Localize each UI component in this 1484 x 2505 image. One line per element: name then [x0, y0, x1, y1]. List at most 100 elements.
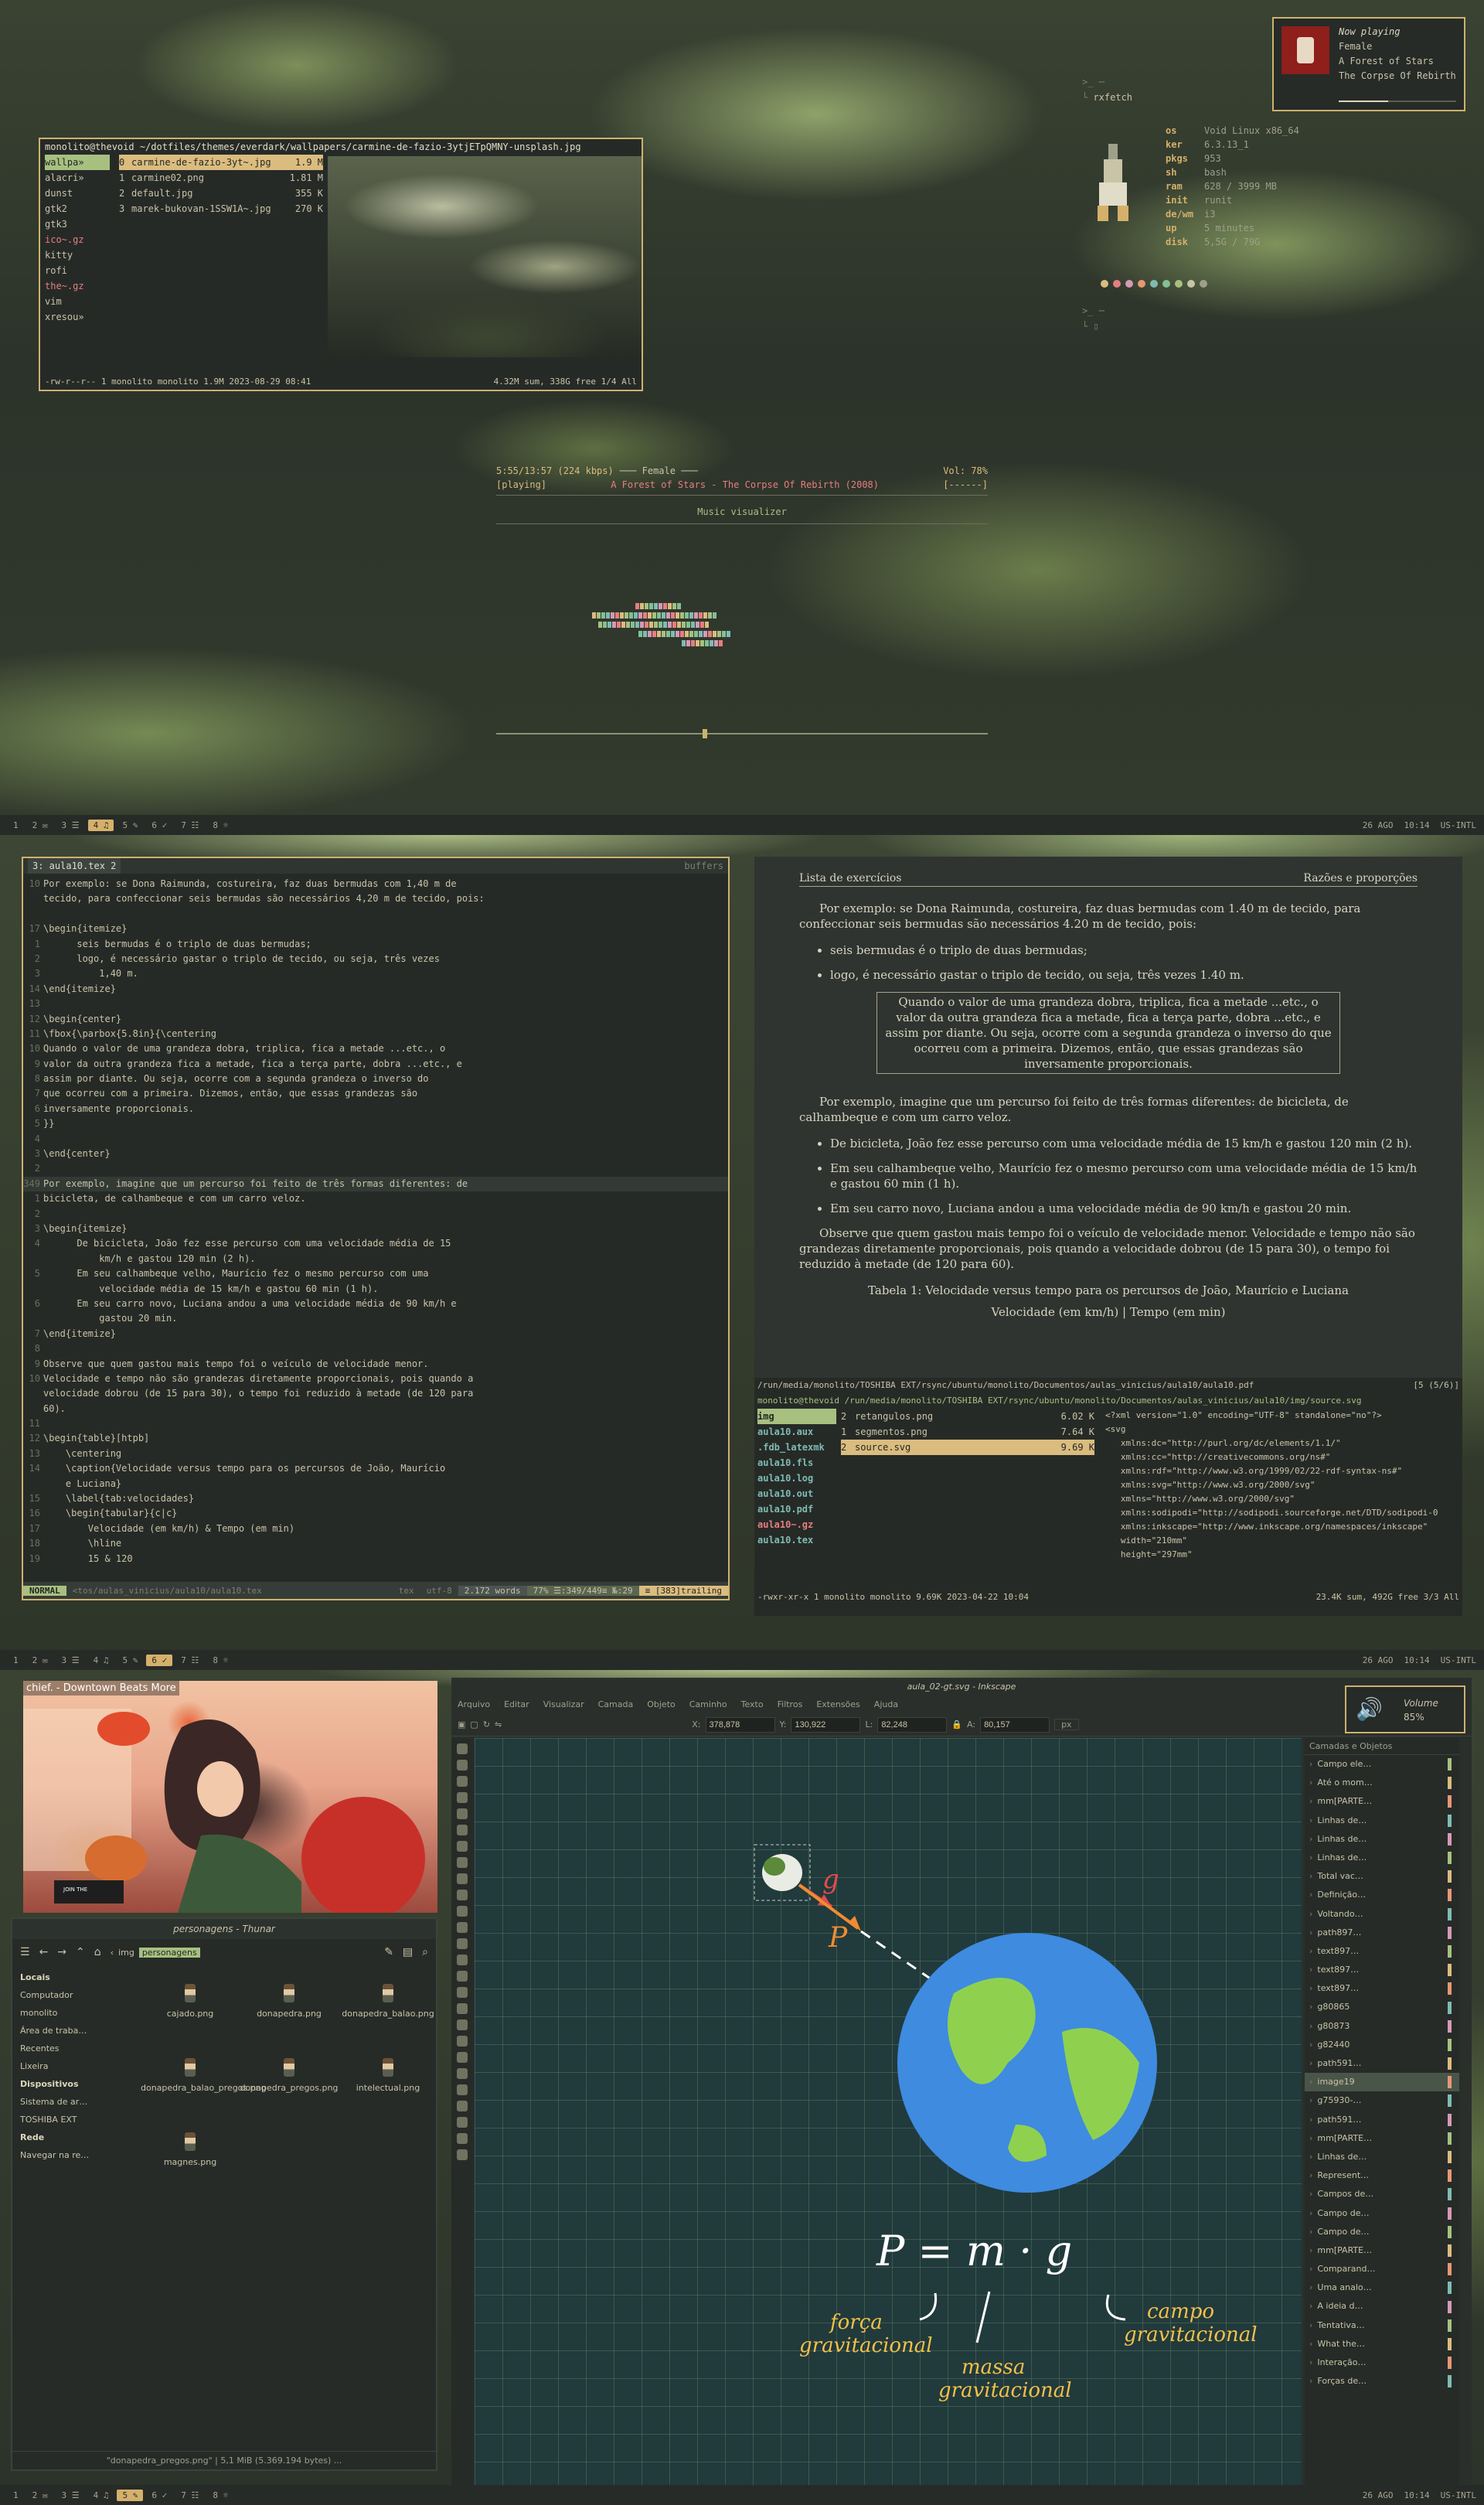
expand-icon[interactable]: ›	[1309, 1792, 1312, 1811]
tool-icon[interactable]	[457, 2149, 468, 2160]
lf2-dir-entry[interactable]: aula10~.gz	[757, 1517, 836, 1532]
layer-row[interactable]: › mm[PARTE…	[1305, 2241, 1459, 2260]
lf2-dir-entry[interactable]: .fdb_latexmk	[757, 1440, 836, 1455]
tool-icon[interactable]	[457, 2084, 468, 2095]
file-item[interactable]: donapedra_pregos.png	[240, 2058, 339, 2093]
menu-icon[interactable]: ☰	[20, 1946, 30, 1958]
thunar-file-manager[interactable]: personagens - Thunar ☰ ← → ⌃ ⌂ ‹ img per…	[11, 1917, 437, 2471]
prompt-line[interactable]: >_ ─ └ ▯	[1082, 303, 1104, 332]
menu-item[interactable]: Objeto	[647, 1696, 676, 1713]
menu-item[interactable]: Arquivo	[458, 1696, 490, 1713]
expand-icon[interactable]: ›	[1309, 2260, 1312, 2278]
tool-icon[interactable]	[457, 1922, 468, 1933]
layer-row[interactable]: › mm[PARTE…	[1305, 2129, 1459, 2148]
layer-row[interactable]: › Represent…	[1305, 2166, 1459, 2185]
layer-row[interactable]: › text897…	[1305, 1979, 1459, 1998]
tool-icon[interactable]	[457, 2019, 468, 2030]
code-line[interactable]: 1 seis bermudas é o triplo de duas bermu…	[23, 937, 728, 952]
layer-row[interactable]: › g75930-…	[1305, 2091, 1459, 2110]
expand-icon[interactable]: ›	[1309, 2204, 1312, 2223]
pdf-viewer[interactable]: Lista de exercícios Razões e proporções …	[754, 857, 1462, 1410]
workspace-button[interactable]: 6 ✓	[146, 2490, 172, 2501]
expand-icon[interactable]: ›	[1309, 2297, 1312, 2316]
file-item[interactable]: cajado.png	[141, 1984, 240, 2019]
code-line[interactable]: 13 \centering	[23, 1447, 728, 1461]
code-line[interactable]	[23, 907, 728, 922]
expand-icon[interactable]: ›	[1309, 2241, 1312, 2260]
lf-dir-entry[interactable]: wallpa»	[45, 155, 110, 170]
code-line[interactable]: 14 \caption{Velocidade versus tempo para…	[23, 1461, 728, 1476]
code-line[interactable]: 2 logo, é necessário gastar o triplo de …	[23, 952, 728, 966]
sidebar-item[interactable]: Sistema de ar…	[12, 2093, 128, 2111]
layer-row[interactable]: › A ideia d…	[1305, 2297, 1459, 2316]
layer-row[interactable]: › path897…	[1305, 1924, 1459, 1942]
layer-row[interactable]: › Campo ele…	[1305, 1755, 1459, 1774]
ncmpcpp-player[interactable]: 5:55/13:57 (224 kbps) ─── Female ─── Vol…	[496, 464, 988, 739]
code-line[interactable]: 2	[23, 1207, 728, 1222]
lf-dir-entry[interactable]: vim	[45, 294, 110, 309]
expand-icon[interactable]: ›	[1309, 2278, 1312, 2297]
lf-dir-entry[interactable]: ico~.gz	[45, 232, 110, 247]
tool-icon[interactable]	[457, 1776, 468, 1787]
lf-dir-entry[interactable]: gtk3	[45, 216, 110, 232]
h-field[interactable]	[980, 1716, 1050, 1733]
code-line[interactable]: e Luciana}	[23, 1477, 728, 1491]
expand-icon[interactable]: ›	[1309, 2185, 1312, 2203]
code-line[interactable]: tecido, para confeccionar seis bermudas …	[23, 891, 728, 906]
crumb[interactable]: img	[118, 1948, 134, 1958]
back-icon[interactable]: ←	[39, 1946, 49, 1958]
expand-icon[interactable]: ›	[1309, 2335, 1312, 2353]
lf2-file-entry[interactable]: 2 source.svg 9.69 K	[841, 1440, 1094, 1455]
layer-row[interactable]: › image19	[1305, 2073, 1459, 2092]
workspace-button[interactable]: 7 ☷	[175, 1655, 204, 1666]
expand-icon[interactable]: ›	[1309, 1811, 1312, 1830]
code-line[interactable]: 15 \label{tab:velocidades}	[23, 1491, 728, 1506]
expand-icon[interactable]: ›	[1309, 2129, 1312, 2148]
workspace-button[interactable]: 3 ☰	[56, 2490, 85, 2501]
menu-item[interactable]: Camada	[598, 1696, 634, 1713]
code-line[interactable]: velocidade dobrou (de 15 para 30), o tem…	[23, 1386, 728, 1401]
workspace-button[interactable]: 6 ✓	[146, 1654, 173, 1666]
vim-tab[interactable]: 3: aula10.tex 2	[28, 858, 121, 874]
layer-row[interactable]: › Campo de…	[1305, 2223, 1459, 2241]
expand-icon[interactable]: ›	[1309, 2036, 1312, 2054]
lf2-file-entry[interactable]: 2 retangulos.png 6.02 K	[841, 1409, 1094, 1424]
code-line[interactable]: 2	[23, 1161, 728, 1176]
lf-dir-entry[interactable]: dunst	[45, 186, 110, 201]
code-line[interactable]: 12 \begin{center}	[23, 1012, 728, 1027]
inkscape-canvas[interactable]: g P P = m · g força gravitacional massa gr…	[475, 1738, 1302, 2485]
tool-icon[interactable]	[457, 1760, 468, 1771]
layer-row[interactable]: › What the…	[1305, 2335, 1459, 2353]
layer-row[interactable]: › text897…	[1305, 1961, 1459, 1979]
code-line[interactable]: 8 assim por diante. Ou seja, ocorre com a…	[23, 1072, 728, 1086]
menu-item[interactable]: Editar	[504, 1696, 529, 1713]
lf2-dir-entry[interactable]: aula10.log	[757, 1471, 836, 1486]
code-line[interactable]: 7 que ocorreu com a primeira. Dizemos, en…	[23, 1086, 728, 1101]
lf-dir-entry[interactable]: rofi	[45, 263, 110, 278]
lf-dir-entry[interactable]: alacri»	[45, 170, 110, 186]
layer-row[interactable]: › Campo de…	[1305, 2204, 1459, 2223]
crumb-current[interactable]: personagens	[138, 1947, 200, 1958]
up-icon[interactable]: ⌃	[76, 1946, 85, 1958]
code-line[interactable]: 3 \end{center}	[23, 1147, 728, 1161]
code-line[interactable]: 12 \begin{table}[htpb]	[23, 1431, 728, 1446]
now-playing-notification[interactable]: Now playing Female A Forest of Stars The…	[1272, 17, 1465, 111]
code-line[interactable]: 7 \end{itemize}	[23, 1327, 728, 1341]
layer-row[interactable]: › Linhas de…	[1305, 1849, 1459, 1867]
tool-icon[interactable]	[457, 1808, 468, 1819]
deselect-icon[interactable]: ▢	[470, 1719, 478, 1730]
workspace-list[interactable]: 12 ✉ 3 ☰ 4 ♫ 5 ✎ 6 ✓ 7 ☷ 8 ☼	[8, 2489, 233, 2501]
lf-dir-entry[interactable]: kitty	[45, 247, 110, 263]
mpc-progress[interactable]	[496, 729, 988, 738]
menu-item[interactable]: Ajuda	[874, 1696, 898, 1713]
code-line[interactable]: 60).	[23, 1402, 728, 1416]
layer-row[interactable]: › Linhas de…	[1305, 2148, 1459, 2166]
workspace-button[interactable]: 5 ✎	[117, 2489, 144, 2501]
menu-item[interactable]: Visualizar	[543, 1696, 584, 1713]
lf-dir-entry[interactable]: gtk2	[45, 201, 110, 216]
layer-row[interactable]: › text897…	[1305, 1942, 1459, 1961]
expand-icon[interactable]: ›	[1309, 1774, 1312, 1792]
code-line[interactable]: 10 Por exemplo: se Dona Raimunda, costure…	[23, 877, 728, 891]
lf-dir-entry[interactable]: the~.gz	[45, 278, 110, 294]
layer-row[interactable]: › Linhas de…	[1305, 1830, 1459, 1849]
